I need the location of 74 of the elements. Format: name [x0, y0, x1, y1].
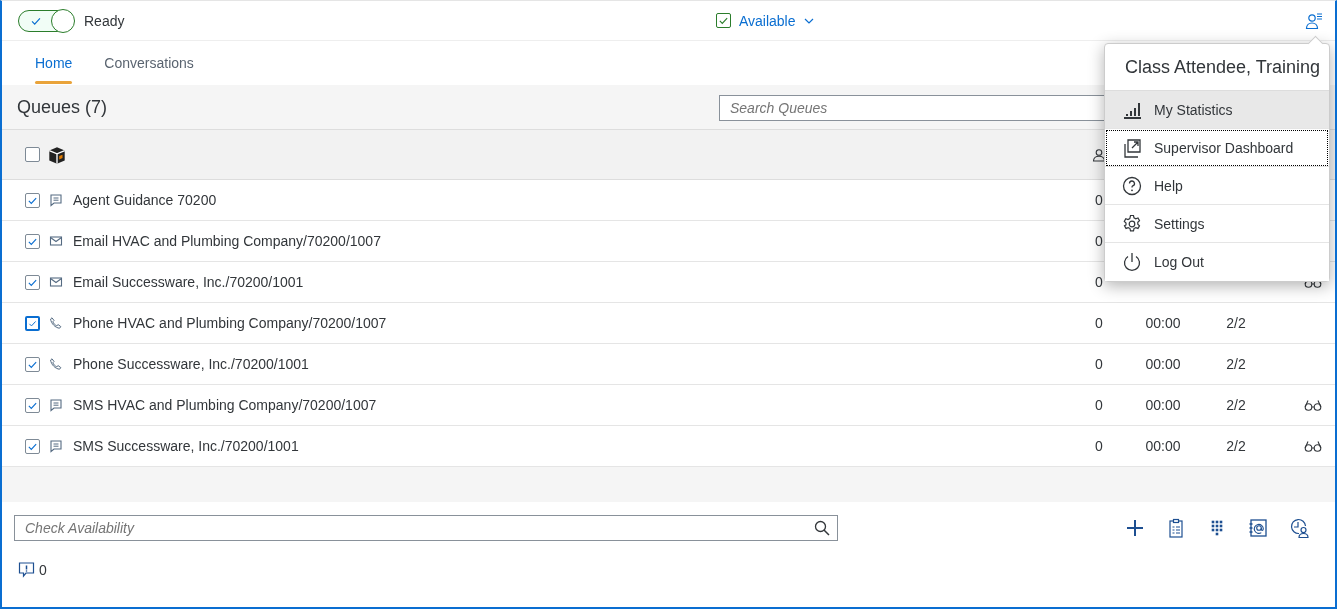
availability-dropdown[interactable]: Available [715, 12, 814, 29]
chat-icon [49, 193, 63, 207]
agents-ratio: 2/2 [1226, 397, 1246, 413]
check-icon [28, 279, 37, 286]
tab[interactable]: Home [19, 41, 89, 85]
chat-icon [49, 398, 63, 412]
queue-name: Agent Guidance 70200 [73, 192, 218, 208]
row-checkbox[interactable] [25, 192, 40, 208]
waiting-count: 0 [1095, 192, 1103, 208]
waiting-count: 0 [1095, 438, 1103, 454]
menu-item[interactable]: Supervisor Dashboard [1105, 129, 1329, 167]
phone-icon [49, 316, 63, 330]
add-button[interactable] [1124, 517, 1146, 539]
clock-person-button[interactable] [1288, 517, 1310, 539]
wait-time: 00:00 [1145, 438, 1181, 454]
queue-name: Email HVAC and Plumbing Company/70200/1007 [73, 233, 382, 249]
address-book-button[interactable] [1247, 517, 1269, 539]
wait-time: 00:00 [1145, 397, 1181, 413]
row-checkbox[interactable] [25, 397, 40, 413]
envelope-icon [49, 234, 63, 248]
queue-name: Phone Successware, Inc./70200/1001 [73, 356, 310, 372]
phone-icon [49, 357, 63, 371]
notification-count: 0 [39, 561, 47, 578]
person-icon [1092, 147, 1106, 162]
check-icon [719, 17, 728, 25]
row-checkbox[interactable] [25, 315, 40, 331]
check-icon [28, 402, 37, 409]
row-checkbox[interactable] [25, 233, 40, 249]
agents-ratio: 2/2 [1226, 438, 1246, 454]
select-all-checkbox[interactable] [25, 147, 40, 162]
queue-name: Phone HVAC and Plumbing Company/70200/1007 [73, 315, 388, 331]
check-icon [28, 320, 37, 326]
menu-item[interactable]: My Statistics [1105, 91, 1329, 129]
check-icon [28, 238, 37, 245]
user-name: Class Attendee, Training [1125, 56, 1321, 78]
waiting-count: 0 [1095, 397, 1103, 413]
menu-item[interactable]: Log Out [1105, 243, 1329, 281]
check-icon [28, 361, 37, 368]
waiting-count: 0 [1095, 233, 1103, 249]
power-icon [1122, 252, 1142, 272]
waiting-count: 0 [1095, 356, 1103, 372]
help-icon [1122, 175, 1142, 196]
waiting-count: 0 [1095, 315, 1103, 331]
check-icon [31, 17, 41, 25]
wait-time: 00:00 [1145, 315, 1181, 331]
chat-icon [49, 439, 63, 453]
status-switch[interactable] [18, 9, 74, 32]
queue-name: Email Successware, Inc./70200/1001 [73, 274, 305, 290]
menu-item[interactable]: Settings [1105, 205, 1329, 243]
availability-checkbox[interactable] [715, 13, 731, 28]
search-icon[interactable] [814, 520, 830, 536]
row-checkbox[interactable] [25, 438, 40, 454]
check-icon [28, 443, 37, 450]
agents-ratio: 2/2 [1226, 356, 1246, 372]
alert-message-icon[interactable] [18, 561, 35, 578]
queue-name: SMS HVAC and Plumbing Company/70200/1007 [73, 397, 378, 413]
row-checkbox[interactable] [25, 356, 40, 372]
status-label: Ready [84, 12, 125, 29]
tab[interactable]: Conversations [88, 41, 210, 85]
menu-item[interactable]: Help [1105, 167, 1329, 205]
envelope-icon [49, 275, 63, 289]
glasses-icon[interactable] [1304, 440, 1322, 452]
queue-name: SMS Successware, Inc./70200/1001 [73, 438, 300, 454]
user-menu-icon[interactable] [1305, 11, 1323, 30]
queues-title: Queues (7) [17, 97, 109, 118]
check-icon [28, 197, 37, 204]
row-checkbox[interactable] [25, 274, 40, 290]
settings-icon [1122, 213, 1142, 234]
glasses-icon[interactable] [1304, 399, 1322, 411]
agents-ratio: 2/2 [1226, 315, 1246, 331]
waiting-count: 0 [1095, 274, 1103, 290]
check-availability-field[interactable]: Check Availability [14, 515, 838, 541]
wait-time: 00:00 [1145, 356, 1181, 372]
external-window-icon [1122, 137, 1142, 158]
